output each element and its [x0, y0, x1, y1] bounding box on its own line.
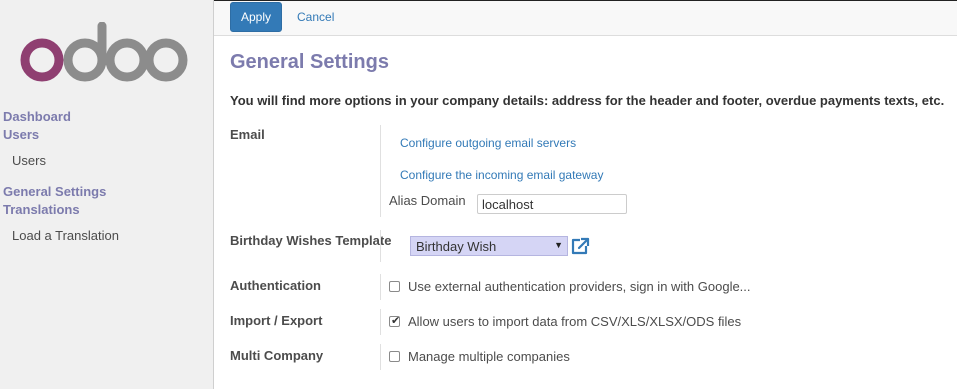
birthday-template-label: Birthday Wishes Template	[230, 233, 392, 248]
sidebar-item-general-settings[interactable]: General Settings	[3, 184, 106, 199]
alias-domain-label: Alias Domain	[389, 193, 466, 208]
email-separator	[380, 125, 381, 217]
cancel-button[interactable]: Cancel	[297, 10, 334, 24]
authentication-option: Use external authentication providers, s…	[408, 279, 751, 294]
multi-company-label: Multi Company	[230, 348, 324, 363]
checkmark-icon: ✔	[391, 315, 401, 327]
configure-incoming-link[interactable]: Configure the incoming email gateway	[400, 168, 603, 182]
email-label: Email	[230, 127, 265, 142]
apply-button[interactable]: Apply	[230, 2, 282, 32]
authentication-separator	[380, 274, 381, 300]
sidebar-item-users[interactable]: Users	[12, 153, 46, 168]
birthday-template-select[interactable]: Birthday Wish ▼	[410, 236, 568, 256]
birthday-separator	[380, 230, 381, 262]
authentication-label: Authentication	[230, 278, 321, 293]
authentication-checkbox[interactable]	[389, 281, 400, 292]
import-export-separator	[380, 309, 381, 335]
multi-company-option: Manage multiple companies	[408, 349, 570, 364]
sidebar-section-users[interactable]: Users	[3, 127, 39, 142]
external-link-icon[interactable]	[570, 237, 590, 256]
import-export-label: Import / Export	[230, 313, 323, 328]
import-export-checkbox[interactable]: ✔	[389, 315, 401, 327]
sidebar-item-load-translation[interactable]: Load a Translation	[12, 228, 119, 243]
page-title: General Settings	[230, 51, 389, 73]
birthday-template-value: Birthday Wish	[416, 239, 497, 254]
multi-company-checkbox[interactable]	[389, 351, 400, 362]
alias-domain-input[interactable]	[477, 194, 627, 214]
sidebar: Dashboard Users Users General Settings T…	[0, 0, 214, 389]
dropdown-arrow-icon: ▼	[554, 240, 563, 250]
odoo-logo[interactable]	[20, 22, 190, 82]
multi-company-separator	[380, 344, 381, 370]
sidebar-section-translations[interactable]: Translations	[3, 202, 80, 217]
sidebar-item-dashboard[interactable]: Dashboard	[3, 109, 71, 124]
intro-text: You will find more options in your compa…	[230, 93, 945, 108]
configure-outgoing-link[interactable]: Configure outgoing email servers	[400, 136, 576, 150]
import-export-option: Allow users to import data from CSV/XLS/…	[408, 314, 742, 329]
